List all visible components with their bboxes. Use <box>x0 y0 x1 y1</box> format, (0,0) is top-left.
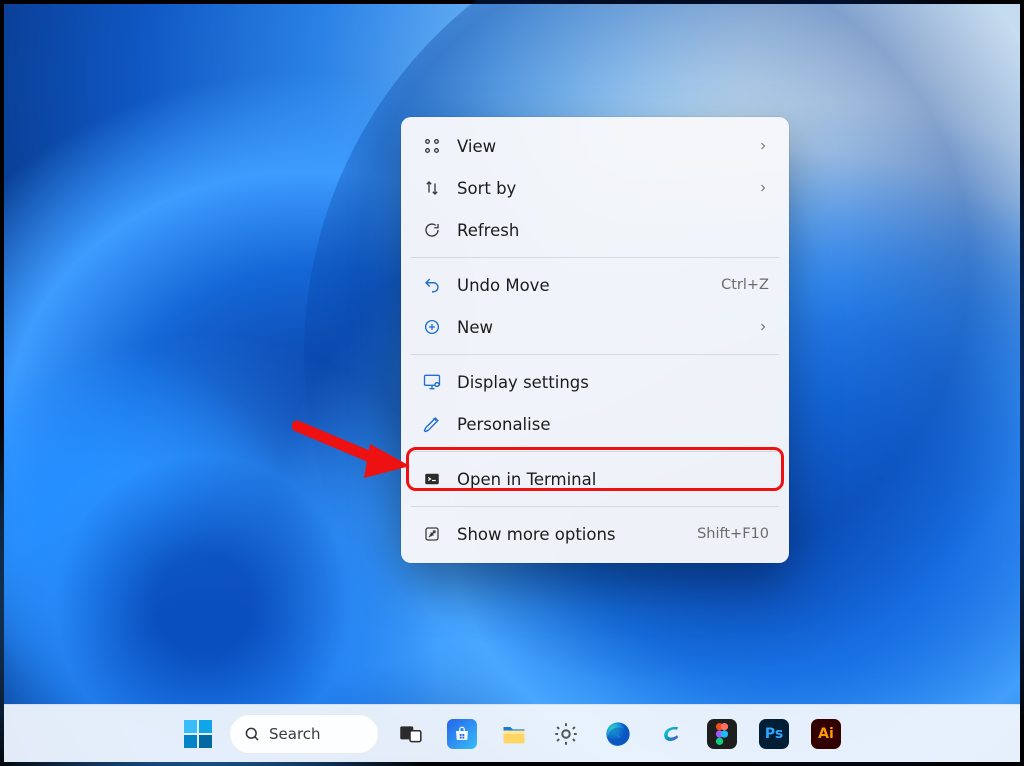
context-separator <box>411 257 779 258</box>
windows-logo-icon <box>184 720 212 748</box>
new-icon <box>421 316 443 338</box>
taskbar: Search Ps <box>4 704 1020 762</box>
context-item-personalise[interactable]: Personalise <box>407 403 783 445</box>
taskbar-figma[interactable] <box>701 713 743 755</box>
context-item-label: Personalise <box>457 415 769 434</box>
context-separator <box>411 451 779 452</box>
taskbar-search-label: Search <box>269 725 321 743</box>
context-item-display-settings[interactable]: Display settings <box>407 361 783 403</box>
taskbar-file-explorer[interactable] <box>493 713 535 755</box>
context-item-label: Sort by <box>457 179 743 198</box>
taskbar-task-view[interactable] <box>389 713 431 755</box>
context-item-open-in-terminal[interactable]: Open in Terminal <box>407 458 783 500</box>
taskbar-microsoft-store[interactable] <box>441 713 483 755</box>
illustrator-icon: Ai <box>811 719 841 749</box>
taskbar-start-button[interactable] <box>177 713 219 755</box>
chevron-right-icon <box>757 318 769 337</box>
context-item-sort-by[interactable]: Sort by <box>407 167 783 209</box>
context-item-label: Refresh <box>457 221 769 240</box>
personalise-icon <box>421 413 443 435</box>
task-view-icon <box>395 719 425 749</box>
taskbar-photoshop[interactable]: Ps <box>753 713 795 755</box>
context-item-undo-move[interactable]: Undo Move Ctrl+Z <box>407 264 783 306</box>
chevron-right-icon <box>757 137 769 156</box>
taskbar-edge[interactable] <box>597 713 639 755</box>
context-item-shortcut: Shift+F10 <box>697 526 769 542</box>
context-item-shortcut: Ctrl+Z <box>721 277 769 293</box>
taskbar-settings[interactable] <box>545 713 587 755</box>
refresh-icon <box>421 219 443 241</box>
undo-icon <box>421 274 443 296</box>
context-item-label: Display settings <box>457 373 769 392</box>
context-separator <box>411 506 779 507</box>
context-item-label: Open in Terminal <box>457 470 769 489</box>
context-item-label: Show more options <box>457 525 683 544</box>
figma-icon <box>707 719 737 749</box>
settings-icon <box>551 719 581 749</box>
grid-icon <box>421 135 443 157</box>
context-item-refresh[interactable]: Refresh <box>407 209 783 251</box>
taskbar-copilot[interactable] <box>649 713 691 755</box>
search-icon <box>243 725 261 743</box>
sort-icon <box>421 177 443 199</box>
context-item-view[interactable]: View <box>407 125 783 167</box>
context-item-new[interactable]: New <box>407 306 783 348</box>
display-icon <box>421 371 443 393</box>
context-item-label: New <box>457 318 743 337</box>
context-separator <box>411 354 779 355</box>
chevron-right-icon <box>757 179 769 198</box>
photoshop-icon: Ps <box>759 719 789 749</box>
file-explorer-icon <box>499 719 529 749</box>
taskbar-illustrator[interactable]: Ai <box>805 713 847 755</box>
microsoft-store-icon <box>447 719 477 749</box>
context-item-label: Undo Move <box>457 276 707 295</box>
desktop-context-menu: View Sort by Refresh Undo Move Ctrl+Z Ne… <box>401 117 789 563</box>
taskbar-search[interactable]: Search <box>229 714 379 754</box>
terminal-icon <box>421 468 443 490</box>
more-icon <box>421 523 443 545</box>
context-item-label: View <box>457 137 743 156</box>
copilot-icon <box>655 719 685 749</box>
edge-icon <box>603 719 633 749</box>
context-item-show-more-options[interactable]: Show more options Shift+F10 <box>407 513 783 555</box>
